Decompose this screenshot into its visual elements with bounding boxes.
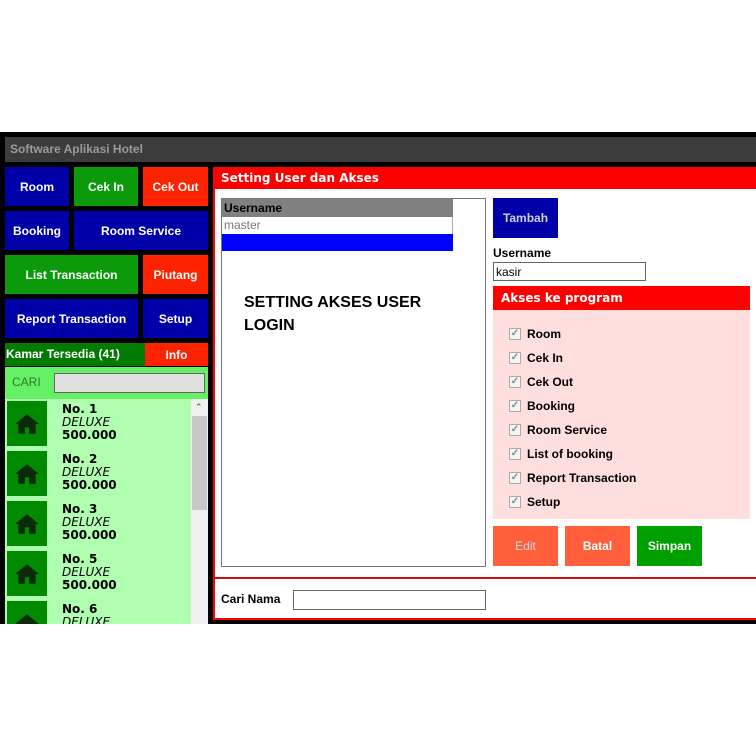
room-price: 500.000 — [62, 578, 117, 592]
room-price: 500.000 — [62, 528, 117, 542]
menu-piutang-button[interactable]: Piutang — [143, 255, 208, 294]
username-input[interactable] — [493, 262, 646, 281]
room-search-bar: CARI — [5, 367, 208, 399]
checkbox-icon[interactable]: ✓ — [509, 352, 521, 364]
access-header: Akses ke program — [493, 286, 750, 310]
access-checkbox[interactable]: ✓ Report Transaction — [509, 471, 636, 485]
divider — [215, 577, 756, 579]
room-number: No. 1 — [62, 402, 98, 416]
checkbox-label: Room — [527, 327, 561, 341]
checkbox-label: List of booking — [527, 447, 613, 461]
access-checkbox[interactable]: ✓ List of booking — [509, 447, 613, 461]
checkbox-label: Cek In — [527, 351, 564, 365]
search-name-input[interactable] — [293, 590, 486, 610]
room-card[interactable]: No. 2 DELUXE 500.000 — [7, 451, 191, 497]
room-number: No. 3 — [62, 502, 98, 516]
checkbox-label: Cek Out — [527, 375, 574, 389]
save-button[interactable]: Simpan — [637, 526, 702, 566]
scroll-up-icon[interactable]: ⌃ — [195, 402, 203, 413]
room-number: No. 2 — [62, 452, 98, 466]
edit-button[interactable]: Edit — [493, 526, 558, 566]
column-header-username[interactable]: Username — [222, 199, 453, 217]
house-icon — [7, 451, 47, 496]
room-price: 500.000 — [62, 478, 117, 492]
access-checkbox[interactable]: ✓ Room — [509, 327, 561, 341]
checkbox-label: Room Service — [527, 423, 608, 437]
room-card[interactable]: No. 6 DELUXE — [7, 601, 191, 624]
cancel-button[interactable]: Batal — [565, 526, 630, 566]
house-icon — [7, 601, 47, 624]
checkbox-icon[interactable]: ✓ — [509, 496, 521, 508]
search-label: CARI — [12, 375, 41, 389]
access-checkbox[interactable]: ✓ Room Service — [509, 423, 607, 437]
search-name-label: Cari Nama — [221, 592, 281, 606]
menu-room-button[interactable]: Room — [5, 167, 69, 206]
info-button[interactable]: Info — [145, 343, 208, 366]
checkbox-icon[interactable]: ✓ — [509, 328, 521, 340]
panel-title: Setting User dan Akses — [213, 167, 756, 189]
checkbox-label: Report Transaction — [527, 471, 637, 485]
username-label: Username — [493, 246, 552, 260]
room-list: No. 1 DELUXE 500.000 No. 2 DELUXE 500.00… — [5, 399, 191, 624]
menu-setup-button[interactable]: Setup — [143, 299, 208, 338]
checkbox-icon[interactable]: ✓ — [509, 424, 521, 436]
room-card[interactable]: No. 5 DELUXE 500.000 — [7, 551, 191, 597]
menu-cek-out-button[interactable]: Cek Out — [143, 167, 208, 206]
room-type: DELUXE — [62, 565, 111, 579]
menu-room-service-button[interactable]: Room Service — [74, 211, 208, 250]
checkbox-icon[interactable]: ✓ — [509, 448, 521, 460]
access-checkbox[interactable]: ✓ Cek In — [509, 351, 563, 365]
user-row[interactable]: master — [222, 217, 453, 234]
house-icon — [7, 551, 47, 596]
menu-list-transaction-button[interactable]: List Transaction — [5, 255, 138, 294]
checkbox-icon[interactable]: ✓ — [509, 400, 521, 412]
user-list[interactable]: Username master SETTING AKSES USER LOGIN — [221, 198, 486, 567]
house-icon — [7, 501, 47, 546]
checkbox-icon[interactable]: ✓ — [509, 472, 521, 484]
access-checkbox[interactable]: ✓ Cek Out — [509, 375, 573, 389]
access-checkbox[interactable]: ✓ Setup — [509, 495, 560, 509]
scrollbar-thumb[interactable] — [192, 416, 207, 510]
window-title: Software Aplikasi Hotel — [5, 137, 756, 162]
room-type: DELUXE — [62, 615, 111, 625]
room-type: DELUXE — [62, 465, 111, 479]
room-card[interactable]: No. 3 DELUXE 500.000 — [7, 501, 191, 547]
checkbox-icon[interactable]: ✓ — [509, 376, 521, 388]
room-price: 500.000 — [62, 428, 117, 442]
menu-report-transaction-button[interactable]: Report Transaction — [5, 299, 138, 338]
user-row-selected[interactable] — [222, 234, 453, 251]
available-rooms-label: Kamar Tersedia (41) — [5, 343, 145, 366]
access-checkbox[interactable]: ✓ Booking — [509, 399, 575, 413]
panel-caption: SETTING AKSES USER LOGIN — [244, 294, 422, 334]
room-card[interactable]: No. 1 DELUXE 500.000 — [7, 401, 191, 447]
checkbox-label: Setup — [527, 495, 561, 509]
checkbox-label: Booking — [527, 399, 575, 413]
menu-booking-button[interactable]: Booking — [5, 211, 69, 250]
room-type: DELUXE — [62, 415, 111, 429]
room-search-input[interactable] — [54, 373, 205, 393]
room-number: No. 6 — [62, 602, 98, 616]
add-user-button[interactable]: Tambah — [493, 198, 558, 238]
house-icon — [7, 401, 47, 446]
room-type: DELUXE — [62, 515, 111, 529]
access-checklist: ✓ Room ✓ Cek In ✓ Cek Out ✓ Booking ✓ Room Servic… — [493, 310, 750, 519]
menu-cek-in-button[interactable]: Cek In — [74, 167, 138, 206]
room-number: No. 5 — [62, 552, 98, 566]
